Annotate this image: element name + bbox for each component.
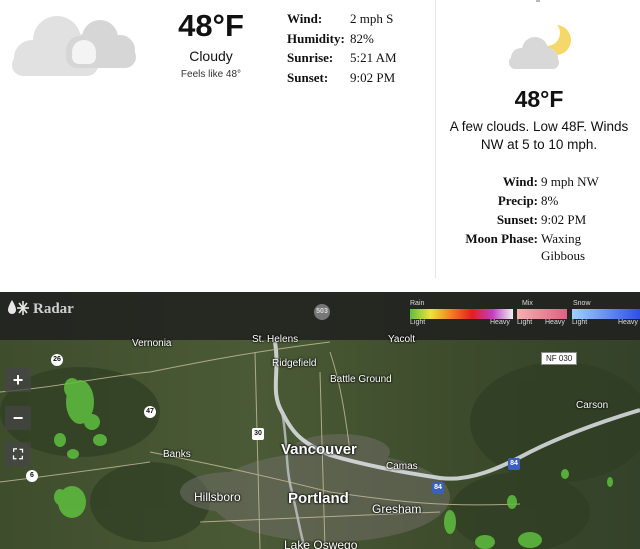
detail-value: 9 mph NW: [541, 174, 599, 189]
city-label: Camas: [386, 461, 418, 472]
tonight-row-sunset: Sunset: 9:02 PM: [446, 211, 640, 228]
partly-cloudy-night-icon: [503, 20, 579, 72]
tonight-row-moon-phase: Moon Phase: Waxing Gibbous: [446, 230, 640, 264]
current-details: Wind: 2 mph S Humidity: 82% Sunrise: 5:2…: [287, 9, 397, 87]
city-label: Hillsboro: [194, 490, 241, 504]
detail-label: Wind:: [502, 174, 538, 189]
current-temperature: 48°F: [178, 8, 244, 43]
city-label: Portland: [288, 490, 349, 507]
city-label: Ridgefield: [272, 358, 317, 369]
interstate-84-shield: 84: [432, 482, 444, 494]
detail-label: Humidity:: [287, 30, 345, 46]
radar-title: Radar: [33, 301, 74, 317]
nf-030-tag: NF 030: [541, 352, 578, 365]
route-30-shield: 30: [252, 428, 264, 440]
feels-like: Feels like 48°: [180, 69, 242, 80]
detail-label: Sunset:: [287, 69, 329, 85]
city-label: St. Helens: [252, 334, 299, 345]
zoom-out-button[interactable]: −: [5, 406, 31, 430]
city-label: Banks: [163, 449, 191, 460]
detail-label: Moon Phase:: [465, 231, 538, 246]
legend-heavy-label: Heavy: [618, 319, 638, 326]
legend-mix-bar: [517, 309, 567, 319]
city-label: Yacolt: [388, 334, 416, 345]
legend-snow-label: Snow: [573, 300, 591, 307]
interstate-84-shield: 84: [508, 458, 520, 470]
radar-header: Radar Rain Mix Snow Light Heavy Light He…: [0, 292, 640, 340]
detail-label: Wind:: [287, 11, 323, 26]
legend-mix-label: Mix: [522, 300, 533, 307]
tonight-row-wind: Wind: 9 mph NW: [446, 173, 640, 190]
detail-value: 9:02 PM: [350, 69, 396, 85]
city-label: Vernonia: [132, 338, 172, 349]
current-condition: Cloudy: [189, 48, 233, 64]
detail-value: 82%: [350, 30, 374, 46]
detail-row-wind: Wind: 2 mph S: [287, 9, 397, 29]
divider-mark: [536, 0, 540, 2]
detail-label: Precip:: [497, 193, 538, 208]
legend-snow-bar: [572, 309, 640, 319]
legend-heavy-label: Heavy: [545, 319, 565, 326]
detail-label: Sunset:: [496, 212, 538, 227]
detail-row-sunrise: Sunrise: 5:21 AM: [287, 48, 397, 68]
detail-value: 2 mph S: [350, 11, 394, 26]
fullscreen-button[interactable]: ⛶: [5, 442, 31, 466]
tonight-description: A few clouds. Low 48F. Winds NW at 5 to …: [449, 119, 629, 152]
city-label: Lake Oswego: [284, 538, 358, 549]
tonight-details: Wind: 9 mph NW Precip: 8% Sunset: 9:02 P…: [446, 173, 640, 266]
legend-rain-label: Rain: [410, 300, 425, 307]
detail-value: 9:02 PM: [541, 212, 587, 227]
legend-rain-bar: [410, 309, 513, 319]
route-503-shield: 503: [314, 304, 330, 320]
city-label: Gresham: [372, 502, 422, 516]
tonight-temperature: 48°F: [514, 86, 564, 112]
route-6-shield: 6: [26, 470, 38, 482]
detail-label: Sunrise:: [287, 50, 334, 65]
rain-snow-icon: [5, 296, 31, 318]
detail-row-sunset: Sunset: 9:02 PM: [287, 68, 397, 88]
detail-value: Waxing Gibbous: [541, 231, 586, 263]
column-divider: [435, 0, 436, 278]
tonight-row-precip: Precip: 8%: [446, 192, 640, 209]
route-26-shield: 26: [51, 354, 63, 366]
radar-legend: Rain Mix Snow Light Heavy Light Heavy Li…: [410, 300, 640, 326]
legend-heavy-label: Heavy: [490, 319, 510, 326]
city-label: Carson: [576, 400, 609, 411]
detail-value: 5:21 AM: [350, 50, 397, 65]
legend-light-label: Light: [572, 319, 588, 326]
detail-value: 8%: [541, 193, 559, 208]
radar-panel[interactable]: Radar Rain Mix Snow Light Heavy Light He…: [0, 292, 640, 549]
legend-light-label: Light: [410, 319, 426, 326]
city-label: Vancouver: [281, 441, 357, 458]
legend-light-label: Light: [517, 319, 533, 326]
route-47-shield: 47: [144, 406, 156, 418]
city-label: Battle Ground: [330, 374, 392, 385]
cloudy-icon: [2, 10, 138, 80]
zoom-in-button[interactable]: +: [5, 368, 31, 392]
detail-row-humidity: Humidity: 82%: [287, 29, 397, 49]
